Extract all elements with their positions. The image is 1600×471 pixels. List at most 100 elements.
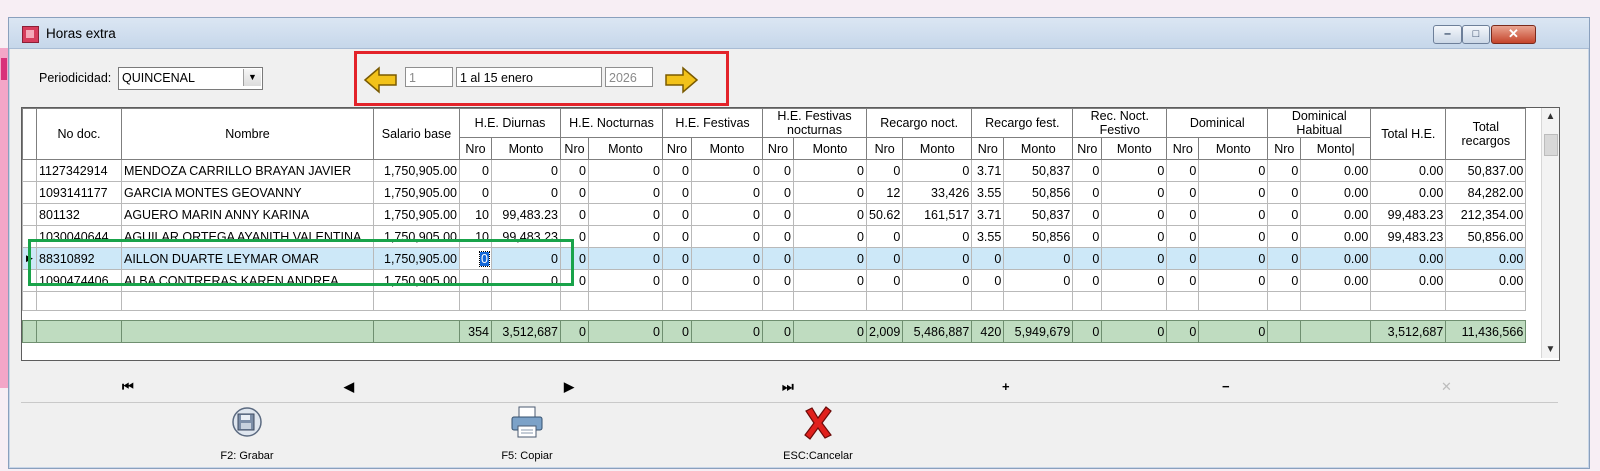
copy-button[interactable]: F5: Copiar — [487, 405, 567, 462]
header-rec-noct-festivo[interactable]: Rec. Noct. Festivo — [1072, 108, 1168, 138]
table-cell[interactable]: 0 — [1198, 225, 1269, 248]
table-cell[interactable] — [1445, 291, 1527, 311]
table-cell[interactable]: 50,856 — [1003, 181, 1074, 204]
first-record-icon[interactable]: ⏮ — [122, 379, 134, 395]
table-cell[interactable]: 0 — [1267, 225, 1302, 248]
table-cell[interactable]: 0 — [865, 159, 904, 182]
table-cell[interactable]: 0 — [865, 225, 904, 248]
table-cell[interactable]: 0.00 — [1300, 181, 1372, 204]
table-cell[interactable]: 0 — [491, 181, 561, 204]
overtime-grid[interactable]: No doc. Nombre Salario base H.E. Diurnas… — [21, 107, 1560, 361]
table-cell[interactable]: 0 — [662, 225, 692, 248]
cancel-button[interactable]: ESC:Cancelar — [773, 405, 863, 462]
header-dominical-habitual[interactable]: Dominical Habitual — [1267, 108, 1372, 138]
table-cell[interactable] — [121, 291, 374, 311]
table-cell[interactable]: 0 — [691, 247, 763, 270]
table-cell[interactable]: 3.55 — [971, 225, 1005, 248]
table-cell[interactable]: 3.71 — [971, 203, 1005, 226]
table-cell[interactable] — [22, 291, 37, 311]
table-cell[interactable] — [588, 291, 663, 311]
table-cell[interactable]: 0 — [662, 269, 692, 292]
table-cell[interactable]: 0 — [560, 203, 589, 226]
table-cell[interactable] — [1198, 291, 1269, 311]
header-nro[interactable]: Nro — [459, 137, 492, 160]
table-cell[interactable]: 0 — [560, 159, 589, 182]
table-cell[interactable] — [1267, 291, 1302, 311]
table-cell[interactable]: 0 — [1101, 247, 1168, 270]
table-cell[interactable]: 50,856.00 — [1445, 225, 1527, 248]
table-cell[interactable]: 0.00 — [1370, 269, 1447, 292]
vertical-scrollbar[interactable]: ▲ ▼ — [1541, 108, 1559, 358]
table-cell[interactable]: 1,750,905.00 — [373, 181, 460, 204]
table-cell[interactable]: 0.00 — [1300, 225, 1372, 248]
table-cell[interactable] — [1300, 291, 1372, 311]
table-cell[interactable]: 0 — [1267, 247, 1302, 270]
table-cell[interactable]: 0.00 — [1445, 269, 1527, 292]
table-cell[interactable] — [491, 291, 561, 311]
table-cell[interactable]: 1093141177 — [36, 181, 122, 204]
table-cell[interactable]: 50.62 — [865, 203, 904, 226]
table-cell[interactable]: 0.00 — [1370, 181, 1447, 204]
table-cell[interactable]: 84,282.00 — [1445, 181, 1527, 204]
table-cell[interactable]: 0 — [588, 203, 663, 226]
table-cell[interactable]: 0 — [1072, 181, 1103, 204]
header-he-diurnas[interactable]: H.E. Diurnas — [459, 108, 561, 138]
table-cell[interactable]: 0.00 — [1445, 247, 1527, 270]
table-cell[interactable]: 0 — [902, 159, 973, 182]
table-cell[interactable]: 0 — [762, 181, 794, 204]
header-nro[interactable]: Nro — [1072, 137, 1103, 160]
table-cell[interactable]: 10 — [459, 203, 492, 226]
table-cell[interactable]: 0 — [1267, 159, 1302, 182]
table-cell[interactable]: 0 — [1101, 225, 1168, 248]
table-cell[interactable]: 0.00 — [1300, 159, 1372, 182]
table-cell[interactable] — [971, 291, 1005, 311]
table-cell[interactable]: 0 — [793, 269, 867, 292]
table-cell[interactable]: 0 — [902, 225, 973, 248]
add-record-icon[interactable]: + — [1002, 379, 1010, 394]
header-monto[interactable]: Monto — [1101, 137, 1168, 160]
header-recargo-noct[interactable]: Recargo noct. — [865, 108, 973, 138]
table-cell[interactable]: 0 — [691, 159, 763, 182]
table-cell[interactable]: 0 — [691, 225, 763, 248]
header-monto[interactable]: Monto — [491, 137, 561, 160]
table-cell[interactable]: 0 — [1267, 181, 1302, 204]
table-cell[interactable] — [865, 291, 904, 311]
table-cell[interactable]: 0 — [1166, 269, 1200, 292]
scroll-down-icon[interactable]: ▼ — [1542, 341, 1559, 358]
table-cell[interactable]: 12 — [865, 181, 904, 204]
table-cell[interactable]: 3.55 — [971, 181, 1005, 204]
table-cell[interactable]: 0 — [762, 159, 794, 182]
table-cell[interactable]: 0 — [1003, 269, 1074, 292]
table-cell[interactable] — [1072, 291, 1103, 311]
table-cell[interactable]: 0 — [1267, 203, 1302, 226]
header-he-festivas[interactable]: H.E. Festivas — [662, 108, 763, 138]
table-cell[interactable]: 801132 — [36, 203, 122, 226]
table-cell[interactable]: 0 — [793, 181, 867, 204]
table-cell[interactable]: 3.71 — [971, 159, 1005, 182]
header-no-doc[interactable]: No doc. — [36, 108, 122, 160]
table-cell[interactable]: 0 — [1166, 225, 1200, 248]
table-cell[interactable]: MENDOZA CARRILLO BRAYAN JAVIER — [121, 159, 374, 182]
table-cell[interactable]: 0 — [1198, 159, 1269, 182]
table-cell[interactable]: 99,483.23 — [491, 203, 561, 226]
header-salario-base[interactable]: Salario base — [373, 108, 460, 160]
table-cell[interactable]: 0 — [588, 269, 663, 292]
minimize-button[interactable]: ‒ — [1433, 25, 1462, 44]
table-cell[interactable] — [691, 291, 763, 311]
table-cell[interactable]: 0 — [459, 181, 492, 204]
table-cell[interactable] — [459, 291, 492, 311]
table-cell[interactable]: 0 — [793, 247, 867, 270]
table-cell[interactable]: 212,354.00 — [1445, 203, 1527, 226]
table-cell[interactable] — [793, 291, 867, 311]
table-cell[interactable]: 0 — [1072, 269, 1103, 292]
table-cell[interactable]: 0 — [1166, 203, 1200, 226]
table-cell[interactable]: 1127342914 — [36, 159, 122, 182]
table-cell[interactable]: 0 — [662, 203, 692, 226]
table-cell[interactable] — [902, 291, 973, 311]
table-cell[interactable]: 0 — [662, 247, 692, 270]
next-record-icon[interactable]: ▶ — [564, 379, 574, 395]
table-cell[interactable]: 99,483.23 — [1370, 203, 1447, 226]
scroll-thumb[interactable] — [1544, 134, 1558, 156]
header-nro[interactable]: Nro — [971, 137, 1005, 160]
table-cell[interactable]: 50,837 — [1003, 159, 1074, 182]
